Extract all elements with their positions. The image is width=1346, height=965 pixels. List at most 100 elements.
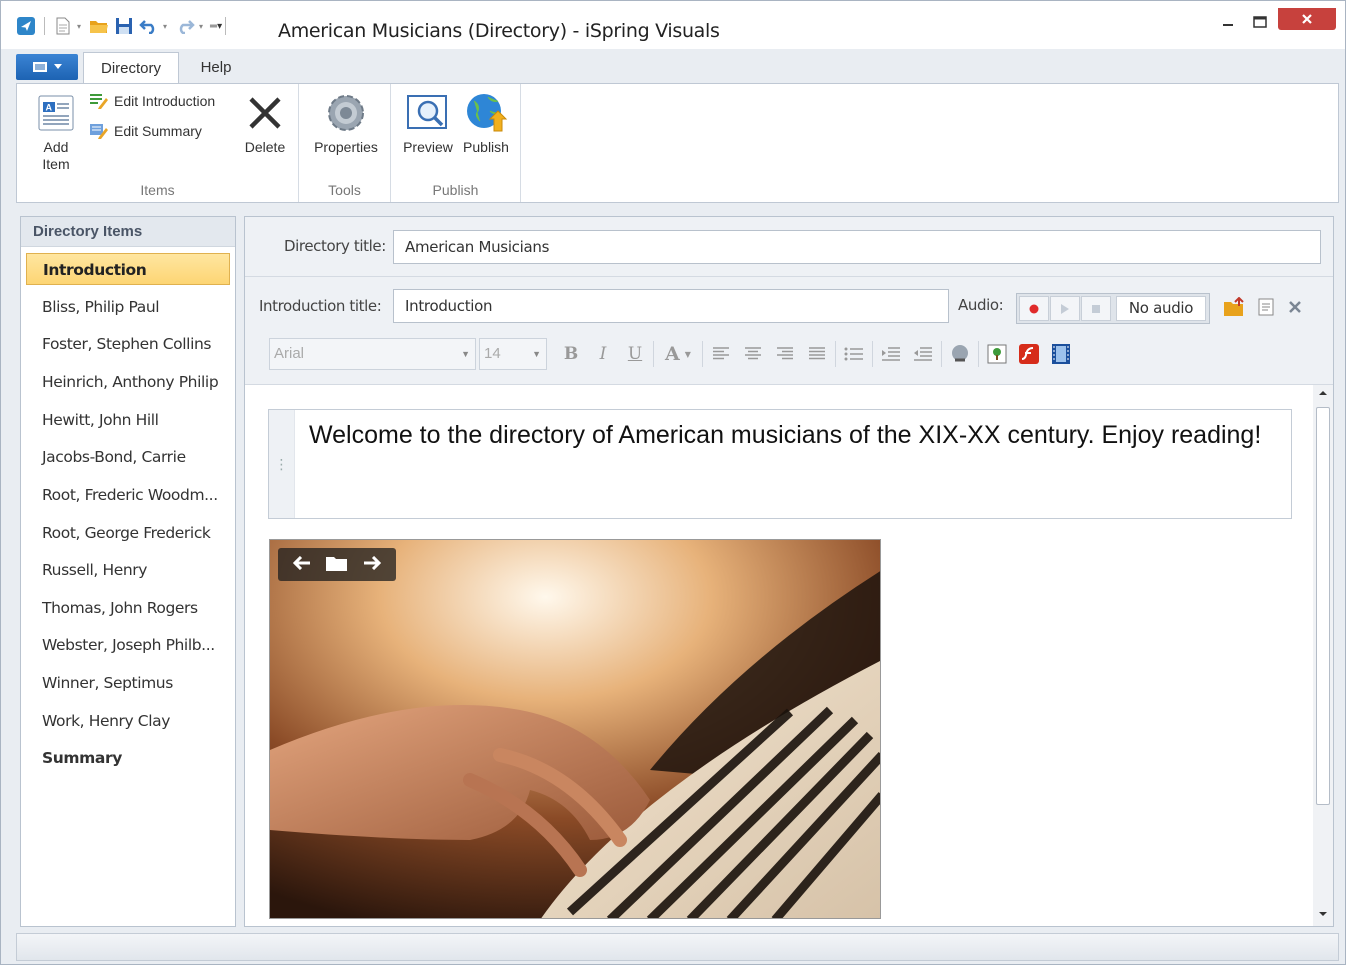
group-tools-label: Tools xyxy=(328,182,361,198)
justify-icon[interactable] xyxy=(801,338,833,370)
add-item-button[interactable]: A Add Item xyxy=(31,90,81,173)
font-color-icon[interactable]: A ▼ xyxy=(656,338,700,370)
undo-dropdown-icon[interactable]: ▾ xyxy=(163,22,171,31)
close-button[interactable] xyxy=(1278,8,1336,30)
piano-photo-icon xyxy=(270,540,880,918)
play-icon xyxy=(1061,303,1069,314)
introduction-section: Introduction title: Introduction Audio: … xyxy=(245,277,1333,385)
properties-label: Properties xyxy=(314,139,378,155)
font-size-value: 14 xyxy=(484,345,501,362)
formatting-toolbar: Arial ▼ 14 ▼ B I U A ▼ xyxy=(269,337,1077,371)
file-menu-icon xyxy=(33,62,47,72)
group-publish: Preview Publish Publish xyxy=(391,84,521,202)
sidebar-item[interactable]: Foster, Stephen Collins xyxy=(26,328,230,360)
drag-handle-icon[interactable]: ⋮ xyxy=(269,410,295,518)
properties-button[interactable]: Properties xyxy=(309,90,383,156)
align-center-icon[interactable] xyxy=(737,338,769,370)
insert-video-icon[interactable] xyxy=(1045,338,1077,370)
arrow-left-icon[interactable] xyxy=(292,555,311,573)
vertical-scrollbar[interactable] xyxy=(1313,385,1333,926)
align-left-icon[interactable] xyxy=(705,338,737,370)
scrollbar-thumb[interactable] xyxy=(1316,407,1330,805)
sidebar-item-introduction[interactable]: Introduction xyxy=(26,253,230,285)
stop-button[interactable] xyxy=(1081,296,1111,321)
tab-help[interactable]: Help xyxy=(188,52,244,83)
hyperlink-icon[interactable] xyxy=(944,338,976,370)
audio-controls: No audio xyxy=(1016,293,1210,324)
font-family-value: Arial xyxy=(274,345,305,362)
bold-icon[interactable]: B xyxy=(555,338,587,370)
sidebar-item[interactable]: Thomas, John Rogers xyxy=(26,592,230,624)
edit-introduction-label: Edit Introduction xyxy=(114,93,216,109)
chevron-down-icon: ▼ xyxy=(532,349,541,359)
audio-notes-icon[interactable] xyxy=(1257,297,1275,320)
arrow-right-icon[interactable] xyxy=(363,555,382,573)
undo-icon[interactable] xyxy=(138,15,160,37)
decrease-indent-icon[interactable] xyxy=(907,338,939,370)
new-file-dropdown-icon[interactable]: ▾ xyxy=(77,22,85,31)
underline-icon[interactable]: U xyxy=(619,338,651,370)
redo-dropdown-icon[interactable]: ▾ xyxy=(199,22,207,31)
font-family-select[interactable]: Arial ▼ xyxy=(269,338,476,370)
intro-body-text[interactable]: Welcome to the directory of American mus… xyxy=(309,420,1269,451)
audio-label: Audio: xyxy=(958,296,1004,314)
edit-summary-button[interactable]: Edit Summary xyxy=(89,122,202,140)
directory-title-label: Directory title: xyxy=(284,237,386,255)
sidebar-item[interactable]: Jacobs-Bond, Carrie xyxy=(26,441,230,473)
edit-introduction-button[interactable]: Edit Introduction xyxy=(89,92,215,110)
font-size-select[interactable]: 14 ▼ xyxy=(479,338,547,370)
publish-button[interactable]: Publish xyxy=(459,90,513,156)
sidebar-item[interactable]: Webster, Joseph Philb... xyxy=(26,629,230,661)
file-menu-button[interactable] xyxy=(16,54,78,80)
svg-text:A: A xyxy=(46,103,53,113)
sidebar-item[interactable]: Heinrich, Anthony Philip xyxy=(26,366,230,398)
bullet-list-icon[interactable] xyxy=(838,338,870,370)
delete-button[interactable]: Delete xyxy=(239,90,291,156)
scroll-up-icon[interactable] xyxy=(1313,385,1333,401)
sidebar-item[interactable]: Hewitt, John Hill xyxy=(26,404,230,436)
open-folder-icon[interactable] xyxy=(88,15,110,37)
scroll-down-icon[interactable] xyxy=(1313,906,1333,922)
add-item-label-line1: Add xyxy=(43,139,69,155)
chevron-down-icon: ▼ xyxy=(461,349,470,359)
record-button[interactable] xyxy=(1019,296,1049,321)
app-logo-icon[interactable] xyxy=(15,15,37,37)
edit-introduction-icon xyxy=(90,94,108,109)
gear-icon xyxy=(309,90,383,136)
sidebar-item[interactable]: Russell, Henry xyxy=(26,554,230,586)
audio-tools xyxy=(1223,296,1303,320)
increase-indent-icon[interactable] xyxy=(875,338,907,370)
insert-image-icon[interactable] xyxy=(981,338,1013,370)
insert-flash-icon[interactable] xyxy=(1013,338,1045,370)
directory-title-section: Directory title: American Musicians xyxy=(245,217,1333,277)
sidebar-item[interactable]: Root, Frederic Woodm... xyxy=(26,479,230,511)
directory-title-input[interactable]: American Musicians xyxy=(393,230,1321,264)
maximize-button[interactable] xyxy=(1245,9,1275,35)
redo-icon[interactable] xyxy=(174,15,196,37)
preview-button[interactable]: Preview xyxy=(401,90,455,156)
sidebar-item[interactable]: Winner, Septimus xyxy=(26,667,230,699)
sidebar-item[interactable]: Work, Henry Clay xyxy=(26,705,230,737)
remove-audio-icon[interactable] xyxy=(1287,299,1303,318)
minimize-button[interactable] xyxy=(1213,9,1243,35)
open-folder-icon[interactable] xyxy=(325,554,349,575)
piano-image[interactable] xyxy=(269,539,881,919)
import-audio-icon[interactable] xyxy=(1223,296,1245,320)
save-icon[interactable] xyxy=(113,15,135,37)
new-file-icon[interactable] xyxy=(52,15,74,37)
content-area: ⋮ Welcome to the directory of American m… xyxy=(245,385,1315,926)
play-button[interactable] xyxy=(1050,296,1080,321)
align-right-icon[interactable] xyxy=(769,338,801,370)
introduction-title-input[interactable]: Introduction xyxy=(393,289,949,323)
sidebar-item[interactable]: Bliss, Philip Paul xyxy=(26,291,230,323)
publish-globe-icon xyxy=(459,90,513,136)
sidebar-item-summary[interactable]: Summary xyxy=(26,742,230,774)
sidebar-item[interactable]: Root, George Frederick xyxy=(26,517,230,549)
delete-icon xyxy=(239,90,291,136)
app-window: ▾ ▾ ▾ ═▾ American Musicians (Directory) … xyxy=(0,0,1346,965)
delete-label: Delete xyxy=(244,139,286,155)
text-block[interactable]: ⋮ Welcome to the directory of American m… xyxy=(268,409,1292,519)
customize-toolbar-icon[interactable]: ═▾ xyxy=(210,21,222,32)
italic-icon[interactable]: I xyxy=(587,338,619,370)
tab-directory[interactable]: Directory xyxy=(83,52,179,84)
